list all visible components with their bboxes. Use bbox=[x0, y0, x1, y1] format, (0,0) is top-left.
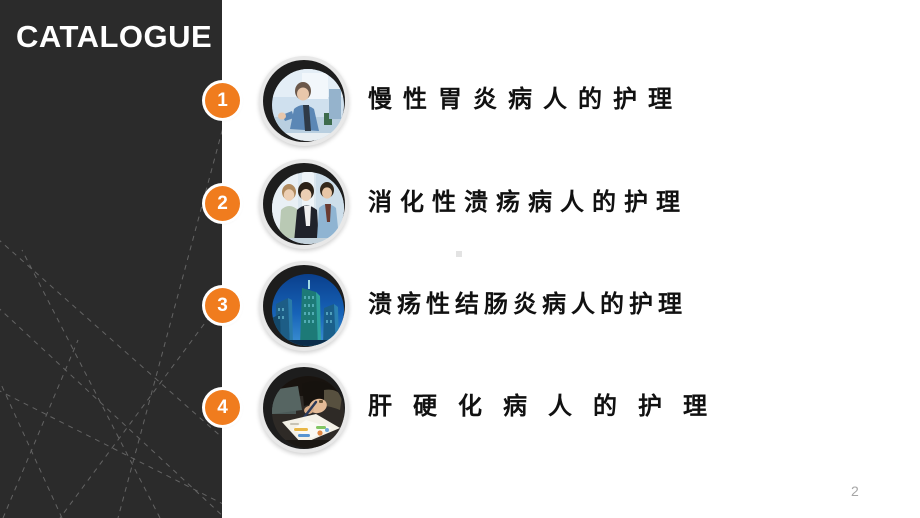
item-label-3: 溃疡性结肠炎病人的护理 bbox=[368, 291, 687, 318]
list-item[interactable]: 1 慢性胃炎病人的护理 bbox=[0, 54, 920, 150]
item-number-badge-4: 4 bbox=[205, 390, 240, 425]
thumbnail-ring bbox=[263, 60, 345, 142]
item-thumbnail-3[interactable] bbox=[259, 261, 349, 351]
item-number-badge-2: 2 bbox=[205, 186, 240, 221]
catalogue-slide: CATALOGUE 1 慢性胃炎病人的护理 2 消化性溃疡病人的护理 3 溃疡性… bbox=[0, 0, 920, 518]
item-number-badge-3: 3 bbox=[205, 288, 240, 323]
item-thumbnail-1[interactable] bbox=[259, 56, 349, 146]
thumbnail-image-hands-documents bbox=[272, 376, 344, 448]
list-item[interactable]: 4 肝硬化病人的护理 bbox=[0, 361, 920, 457]
thumbnail-ring bbox=[263, 163, 345, 245]
item-label-1: 慢性胃炎病人的护理 bbox=[368, 86, 683, 113]
thumbnail-image-business-woman bbox=[272, 69, 344, 141]
stray-marker-dot bbox=[456, 251, 462, 257]
catalogue-list: 1 慢性胃炎病人的护理 2 消化性溃疡病人的护理 3 溃疡性结肠炎病人的护理 4… bbox=[0, 0, 920, 518]
thumbnail-ring bbox=[263, 265, 345, 347]
item-number-badge-1: 1 bbox=[205, 83, 240, 118]
thumbnail-image-city-skyline bbox=[272, 274, 344, 346]
thumbnail-image-business-group bbox=[272, 172, 344, 244]
item-label-4: 肝硬化病人的护理 bbox=[368, 393, 728, 420]
list-item[interactable]: 2 消化性溃疡病人的护理 bbox=[0, 157, 920, 253]
list-item[interactable]: 3 溃疡性结肠炎病人的护理 bbox=[0, 259, 920, 355]
item-thumbnail-4[interactable] bbox=[259, 363, 349, 453]
item-label-2: 消化性溃疡病人的护理 bbox=[368, 189, 688, 216]
thumbnail-ring bbox=[263, 367, 345, 449]
page-number: 2 bbox=[851, 483, 859, 499]
item-thumbnail-2[interactable] bbox=[259, 159, 349, 249]
